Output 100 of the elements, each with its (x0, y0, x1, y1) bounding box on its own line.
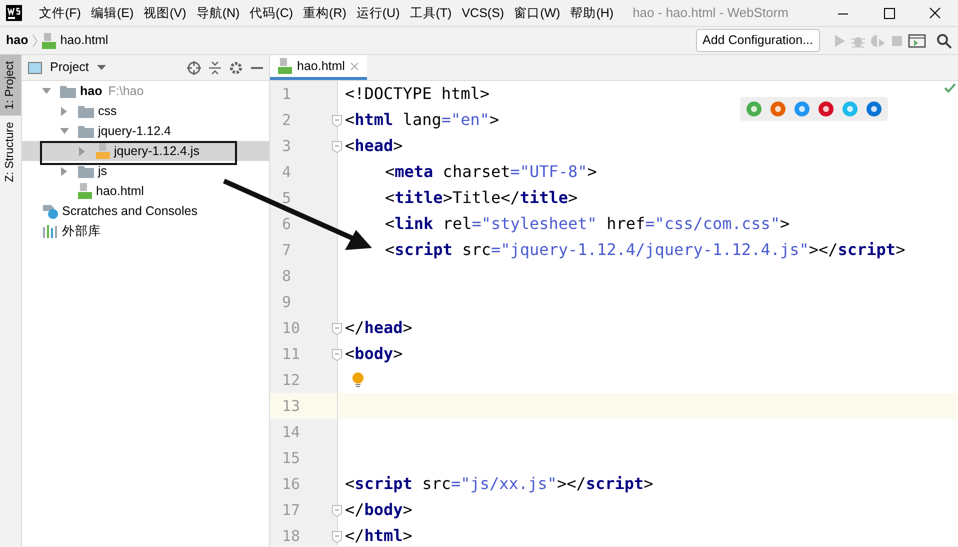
side-tab[interactable]: 1: Project (0, 55, 21, 116)
settings-icon[interactable] (229, 60, 243, 74)
line-number: 15 (281, 448, 302, 469)
folder-icon (78, 124, 94, 138)
menu-item[interactable]: 视图(V) (138, 4, 192, 22)
line-number: 16 (281, 474, 302, 495)
breadcrumb[interactable]: hao (6, 31, 28, 50)
menu-item[interactable]: 文件(F) (34, 4, 86, 22)
tree-label: hao.html (96, 182, 144, 200)
menu-item[interactable]: 工具(T) (404, 4, 457, 22)
browser-icon[interactable] (842, 101, 858, 117)
window-icon[interactable] (908, 34, 926, 48)
menu-item[interactable]: 帮助(H) (565, 4, 619, 22)
html-file-icon (78, 183, 92, 199)
menu-item[interactable]: 运行(U) (351, 4, 405, 22)
fold-marker-icon[interactable] (332, 349, 342, 361)
maximize-icon[interactable] (881, 6, 897, 20)
html-file-icon (42, 32, 56, 48)
folder-icon (78, 104, 94, 118)
tree-label: Scratches and Consoles (62, 202, 198, 220)
search-icon[interactable] (936, 32, 952, 48)
tree-label: css (98, 102, 117, 120)
line-number: 4 (281, 162, 292, 183)
lightbulb-icon[interactable] (352, 372, 364, 388)
code-line: <meta charset="UTF-8"> (385, 161, 597, 183)
line-number: 9 (281, 292, 292, 313)
folder-icon (60, 84, 76, 98)
dropdown-icon[interactable] (96, 64, 106, 70)
code-line: <link rel="stylesheet" href="css/com.css"> (385, 213, 790, 235)
code-line: <html lang="en"> (345, 109, 500, 131)
tree-item[interactable]: css (22, 101, 269, 121)
window-title: hao - hao.html - WebStorm (632, 4, 788, 22)
stop-icon[interactable] (890, 34, 904, 48)
tree-item[interactable]: Scratches and Consoles (22, 201, 269, 221)
tree-label: 外部库 (62, 222, 101, 240)
add-configuration-button[interactable]: Add Configuration... (696, 29, 820, 52)
side-tab[interactable]: Z: Structure (0, 116, 21, 188)
code-line: </body> (345, 499, 412, 521)
code-line: <script src="js/xx.js"></script> (345, 473, 654, 495)
tree-item[interactable]: 外部库 (22, 221, 269, 241)
fold-marker-icon[interactable] (332, 505, 342, 517)
line-number: 10 (281, 318, 302, 339)
line-number: 13 (270, 393, 337, 419)
code-line: <script src="jquery-1.12.4/jquery-1.12.4.js"></script> (385, 239, 906, 261)
menu-item[interactable]: 重构(R) (298, 4, 352, 22)
menu-item[interactable]: 导航(N) (191, 4, 245, 22)
close-icon[interactable] (927, 6, 943, 20)
line-number: 11 (281, 344, 302, 365)
browser-icon[interactable] (794, 101, 810, 117)
menu-item[interactable]: 窗口(W) (509, 4, 566, 22)
tree-item[interactable]: jquery-1.12.4.js (22, 141, 269, 161)
tree-label: jquery-1.12.4 (98, 122, 171, 140)
browser-icon[interactable] (770, 101, 786, 117)
folder-icon (78, 164, 94, 178)
line-number: 5 (281, 188, 292, 209)
line-number: 2 (281, 110, 292, 131)
tree-label: hao (80, 82, 102, 100)
line-number: 14 (281, 422, 302, 443)
tree-item[interactable]: jquery-1.12.4 (22, 121, 269, 141)
code-line: <title>Title</title> (385, 187, 578, 209)
code-line: </head> (345, 317, 412, 339)
library-icon (42, 224, 58, 238)
checkmark-icon (944, 83, 956, 93)
fold-marker-icon[interactable] (332, 115, 342, 127)
crosshair-icon[interactable] (187, 60, 201, 74)
chevron-icon (32, 34, 38, 48)
line-number: 3 (281, 136, 292, 157)
expand-arrow-icon[interactable] (42, 86, 52, 96)
tree-path: F:\hao (108, 82, 144, 100)
editor-tab[interactable]: hao.html (270, 55, 367, 80)
tree-item[interactable]: hao F:\hao (22, 81, 269, 101)
code-line: <!DOCTYPE html> (345, 83, 490, 105)
scratch-icon (42, 203, 58, 219)
fold-marker-icon[interactable] (332, 323, 342, 335)
breadcrumb[interactable]: hao.html (60, 31, 108, 50)
line-number: 7 (281, 240, 292, 261)
js-file-icon (96, 143, 110, 159)
menu-item[interactable]: 代码(C) (244, 4, 298, 22)
coverage-icon[interactable] (870, 34, 886, 48)
tree-item[interactable]: js (22, 161, 269, 181)
tree-item[interactable]: hao.html (22, 181, 269, 201)
browser-icon[interactable] (866, 101, 882, 117)
tree-label: js (98, 162, 108, 180)
panel-title[interactable]: Project (50, 58, 89, 77)
tree-label: jquery-1.12.4.js (114, 142, 200, 160)
menu-item[interactable]: VCS(S) (456, 4, 510, 22)
fold-marker-icon[interactable] (332, 141, 342, 153)
browser-icon[interactable] (818, 101, 834, 117)
code-line: </html> (345, 525, 412, 546)
code-line: <head> (345, 135, 403, 157)
fold-marker-icon[interactable] (332, 531, 342, 543)
menu-item[interactable]: 编辑(E) (86, 4, 139, 22)
line-number: 12 (281, 370, 302, 391)
collapse-icon[interactable] (209, 60, 221, 74)
browser-icon[interactable] (746, 101, 762, 117)
line-number: 1 (281, 84, 292, 105)
app-logo-icon (6, 5, 22, 21)
panel-icon (28, 62, 42, 74)
expand-arrow-icon[interactable] (60, 126, 70, 136)
line-number: 17 (281, 500, 302, 521)
